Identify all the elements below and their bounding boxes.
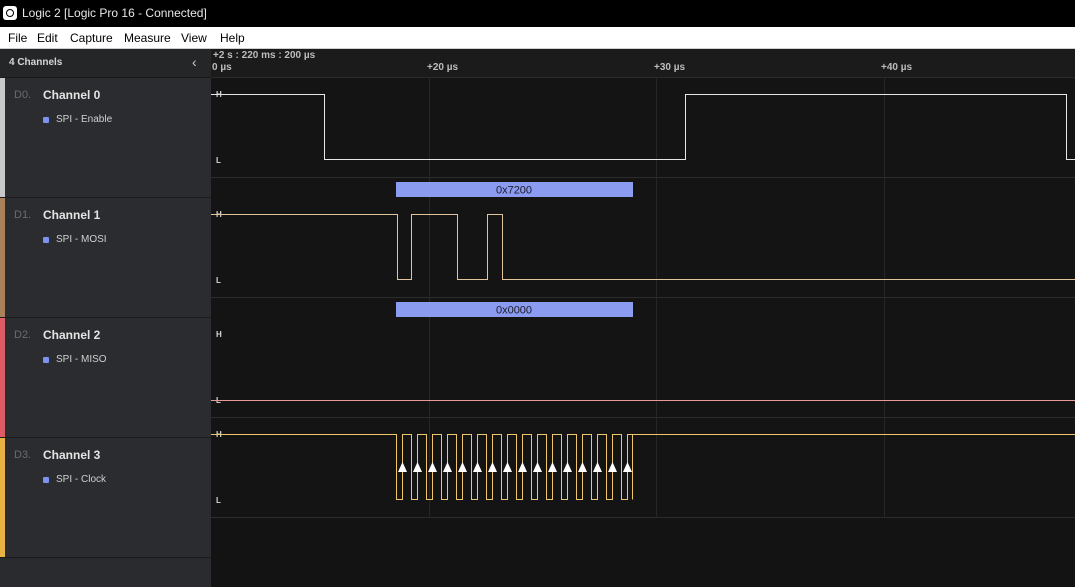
channel-index: D3. xyxy=(14,449,32,461)
logic-app-icon[interactable] xyxy=(3,6,17,20)
time-tick-label: 0 µs xyxy=(212,62,232,73)
sidebar-header: 4 Channels ‹ xyxy=(0,49,211,78)
analyzer-color-icon xyxy=(43,357,49,363)
menu-bar: File Edit Capture Measure View Help xyxy=(0,27,1075,49)
chevron-left-icon[interactable]: ‹ xyxy=(192,55,197,69)
time-tick-label: +20 µs xyxy=(427,62,459,73)
window-title: Logic 2 [Logic Pro 16 - Connected] xyxy=(22,6,207,20)
mosi-decode-value: 0x7200 xyxy=(496,185,532,197)
channel-color-bar xyxy=(0,438,5,557)
channel-row-0[interactable]: D0. Channel 0 SPI - Enable xyxy=(0,78,211,198)
channel-row-2[interactable]: D2. Channel 2 SPI - MISO xyxy=(0,318,211,438)
channel-name[interactable]: Channel 0 xyxy=(43,88,100,102)
window-titlebar: Logic 2 [Logic Pro 16 - Connected] xyxy=(0,0,1075,27)
menu-file[interactable]: File xyxy=(8,31,27,45)
time-tick-label: +30 µs xyxy=(654,62,686,73)
analyzer-color-icon xyxy=(43,237,49,243)
analyzer-label[interactable]: SPI - Enable xyxy=(56,114,112,125)
channel-count: 4 Channels xyxy=(9,57,63,68)
waveform-empty-area xyxy=(211,518,1075,587)
analyzer-color-icon xyxy=(43,477,49,483)
channel-row-3[interactable]: D3. Channel 3 SPI - Clock xyxy=(0,438,211,558)
level-low-label: L xyxy=(216,496,221,505)
time-offset: +2 s : 220 ms : 200 µs xyxy=(213,50,316,61)
channel-sidebar: 4 Channels ‹ D0. Channel 0 SPI - Enable … xyxy=(0,49,211,587)
channel-index: D0. xyxy=(14,89,32,101)
menu-capture[interactable]: Capture xyxy=(70,31,113,45)
miso-decode-value: 0x0000 xyxy=(496,305,532,317)
level-low-label: L xyxy=(216,156,221,165)
waveform-viewport[interactable]: H L H L H L H L 0x7200 0x0000 xyxy=(211,78,1075,518)
channel-index: D2. xyxy=(14,329,32,341)
channel-color-bar xyxy=(0,78,5,197)
time-tick-label: +40 µs xyxy=(881,62,913,73)
menu-edit[interactable]: Edit xyxy=(37,31,58,45)
channel-name[interactable]: Channel 1 xyxy=(43,208,100,222)
channel-name[interactable]: Channel 3 xyxy=(43,448,100,462)
level-high-label: H xyxy=(216,330,222,339)
channel-row-1[interactable]: D1. Channel 1 SPI - MOSI xyxy=(0,198,211,318)
analyzer-label[interactable]: SPI - MISO xyxy=(56,354,107,365)
level-low-label: L xyxy=(216,276,221,285)
channel-name[interactable]: Channel 2 xyxy=(43,328,100,342)
channel-color-bar xyxy=(0,318,5,437)
analyzer-color-icon xyxy=(43,117,49,123)
analyzer-label[interactable]: SPI - MOSI xyxy=(56,234,107,245)
menu-view[interactable]: View xyxy=(181,31,207,45)
time-axis[interactable]: +2 s : 220 ms : 200 µs 0 µs +20 µs +30 µ… xyxy=(211,49,1075,78)
channel-index: D1. xyxy=(14,209,32,221)
menu-help[interactable]: Help xyxy=(220,31,245,45)
channel-color-bar xyxy=(0,198,5,317)
analyzer-label[interactable]: SPI - Clock xyxy=(56,474,106,485)
menu-measure[interactable]: Measure xyxy=(124,31,171,45)
